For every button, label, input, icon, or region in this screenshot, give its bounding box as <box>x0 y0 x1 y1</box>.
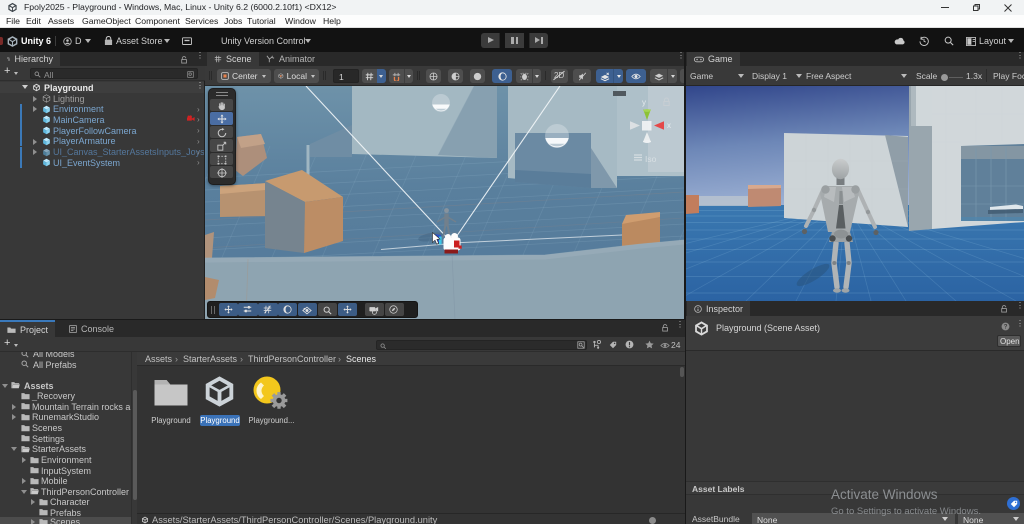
svg-text:y: y <box>642 98 646 107</box>
svg-text:Iso: Iso <box>645 154 657 164</box>
svg-text:?: ? <box>1004 324 1008 331</box>
svg-text:x: x <box>667 121 671 130</box>
